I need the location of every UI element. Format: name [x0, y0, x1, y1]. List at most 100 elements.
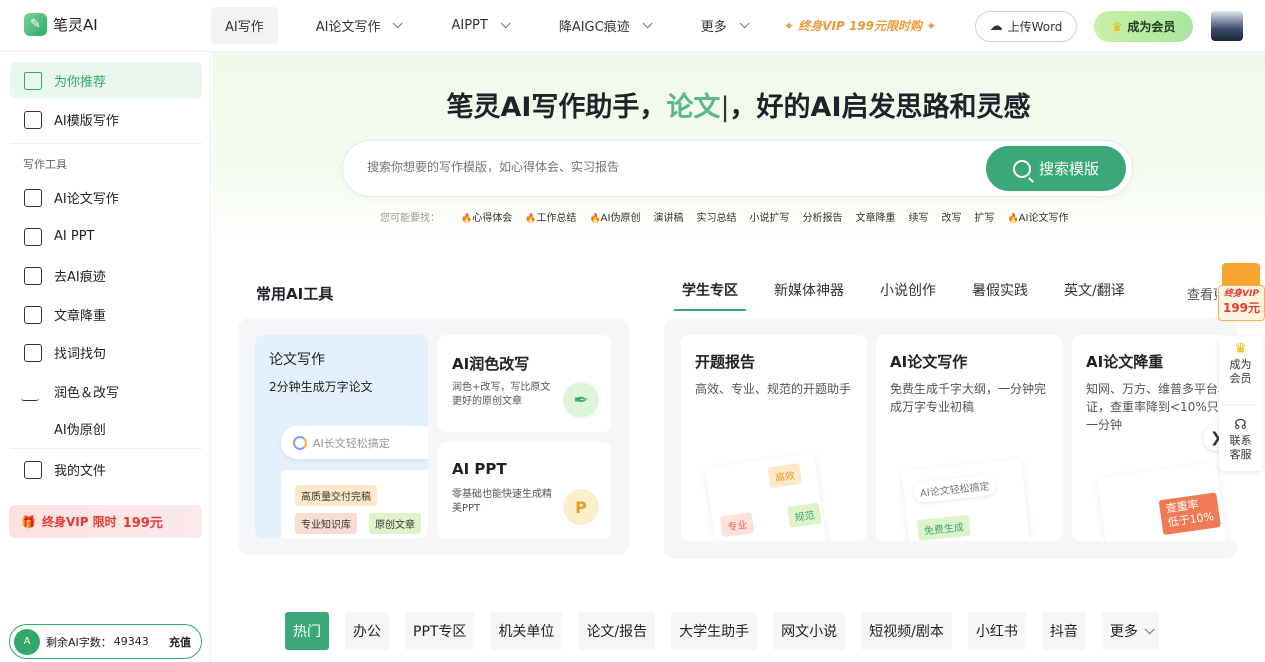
- category-hot[interactable]: 热门: [285, 612, 329, 650]
- search-button-label: 搜索模版: [1038, 160, 1099, 178]
- recharge-button[interactable]: 充值: [169, 634, 191, 650]
- suggestion-link[interactable]: 分析报告: [802, 209, 842, 224]
- sidebar-item-reduce-dup[interactable]: 文章降重: [10, 296, 202, 333]
- tag: 专业: [719, 512, 755, 538]
- sidebar-item-ai-template[interactable]: AI模版写作: [10, 101, 202, 138]
- ai-template-icon: [24, 110, 42, 129]
- chevron-down-icon: [739, 18, 750, 29]
- nav-reduce-aigc[interactable]: 降AIGC痕迹: [545, 7, 663, 44]
- illustration-paper: 查重率 低于10%: [1097, 462, 1227, 541]
- category-short-video[interactable]: 短视频/剧本: [861, 612, 952, 650]
- suggestion-link[interactable]: 工作总结: [525, 209, 576, 224]
- sidebar-item-label: AI模版写作: [54, 114, 119, 129]
- tool-title: AI润色改写: [452, 355, 530, 373]
- suggestion-link[interactable]: 小说扩写: [749, 209, 789, 224]
- tool-card-polish[interactable]: AI润色改写 润色+改写，写比原文更好的原创文章 ✒: [438, 335, 611, 432]
- category-government[interactable]: 机关单位: [490, 612, 563, 650]
- sidebar-item-label: AI PPT: [54, 229, 95, 244]
- float-contact-service[interactable]: ☊ 联系 客服: [1219, 416, 1262, 463]
- suggestion-link[interactable]: 改写: [941, 209, 961, 224]
- cloud-upload-icon: ☁: [989, 19, 1003, 34]
- vip-promo-banner[interactable]: ✦ 终身VIP 199元限时购 ✦: [784, 17, 936, 34]
- tool-desc: 润色+改写，写比原文更好的原创文章: [452, 382, 551, 407]
- nav-aippt[interactable]: AIPPT: [437, 7, 520, 44]
- chevron-down-icon: [500, 18, 511, 29]
- nav-ai-writing[interactable]: AI写作: [211, 7, 278, 44]
- ppt-file-icon: P: [563, 489, 599, 525]
- suggestion-link[interactable]: 续写: [908, 209, 928, 224]
- tab-english[interactable]: 英文/翻译: [1064, 280, 1125, 311]
- nav-ai-paper[interactable]: AI论文写作: [302, 7, 414, 44]
- sidebar-item-label: 找词找句: [54, 347, 107, 362]
- tool-card-ai-ppt[interactable]: AI PPT 零基础也能快速生成精美PPT P: [438, 442, 611, 539]
- sidebar-item-find-words[interactable]: 找词找句: [10, 334, 202, 371]
- crown-icon: ♛: [1111, 19, 1123, 34]
- tab-novel[interactable]: 小说创作: [880, 280, 936, 311]
- sidebar-item-label: 润色＆改写: [54, 386, 120, 401]
- category-xiaohongshu[interactable]: 小红书: [967, 612, 1026, 650]
- nav-label: AIPPT: [451, 18, 488, 33]
- mini-bar-text: AI长文轻松搞定: [313, 436, 390, 450]
- suggestion-link[interactable]: 扩写: [974, 209, 994, 224]
- hero-title-accent: 论文: [666, 92, 721, 123]
- feature-desc: 高效、专业、规范的开题助手: [695, 382, 852, 396]
- gift-badge: 终身VIP 199元: [1218, 285, 1265, 321]
- tab-student[interactable]: 学生专区: [674, 280, 746, 311]
- sidebar-vip-banner[interactable]: 🎁 终身VIP 限时 199元: [9, 505, 202, 538]
- suggestion-link[interactable]: AI伪原创: [589, 209, 641, 224]
- suggestion-link[interactable]: 演讲稿: [653, 209, 683, 224]
- float-become-member[interactable]: ♛ 成为 会员: [1219, 340, 1262, 387]
- search-input[interactable]: [367, 160, 967, 174]
- nav-more[interactable]: 更多: [687, 7, 760, 44]
- tools-section-title: 常用AI工具: [256, 285, 334, 303]
- tab-summer[interactable]: 暑假实践: [972, 280, 1028, 311]
- feature-panel: 开题报告 高效、专业、规范的开题助手 高效 专业 规范 AI论文写作 免费生成千…: [664, 318, 1237, 559]
- category-web-novel[interactable]: 网文小说: [773, 612, 846, 650]
- sidebar-item-pseudo-original[interactable]: AI伪原创: [10, 410, 202, 447]
- sidebar-item-ai-paper[interactable]: AI论文写作: [10, 179, 202, 216]
- search-icon: [1012, 159, 1031, 178]
- sidebar-item-label: 为你推荐: [54, 75, 107, 90]
- category-more[interactable]: 更多: [1101, 612, 1159, 650]
- user-avatar[interactable]: [1211, 11, 1243, 41]
- feather-icon: ✒: [563, 382, 599, 418]
- sidebar-item-my-files[interactable]: 我的文件: [10, 451, 202, 488]
- nav-label: AI论文写作: [315, 20, 381, 35]
- tag: AI论文轻松搞定: [912, 473, 997, 504]
- mini-search-bar: AI长文轻松搞定: [281, 426, 428, 459]
- file-icon: [24, 460, 42, 479]
- app-logo[interactable]: ✎ 笔灵AI: [24, 13, 98, 36]
- upload-word-button[interactable]: ☁ 上传Word: [975, 11, 1077, 42]
- category-paper-report[interactable]: 论文/报告: [578, 612, 656, 650]
- category-ppt[interactable]: PPT专区: [405, 612, 475, 650]
- tool-desc: 零基础也能快速生成精美PPT: [452, 489, 552, 514]
- floating-vip-gift[interactable]: 终身VIP 199元: [1218, 263, 1265, 323]
- float-member-label: 成为 会员: [1229, 358, 1252, 386]
- tag: 免费生成: [916, 514, 971, 541]
- category-more-label: 更多: [1109, 624, 1138, 640]
- view-more-link[interactable]: 查看更多: [1187, 284, 1217, 303]
- feature-card-ai-paper[interactable]: AI论文写作 免费生成千字大纲，一分钟完成万字专业初稿 AI论文轻松搞定 免费生…: [876, 335, 1062, 541]
- hero-title-suffix: ，好的AI启发思路和灵感: [729, 92, 1031, 123]
- suggestion-link[interactable]: 文章降重: [855, 209, 895, 224]
- hero-section: 笔灵AI写作助手，论文|，好的AI启发思路和灵感 搜索模版 您可能要找： 心得体…: [212, 52, 1265, 245]
- become-member-button[interactable]: ♛ 成为会员: [1094, 11, 1193, 42]
- category-college[interactable]: 大学生助手: [671, 612, 758, 650]
- suggestion-link[interactable]: AI论文写作: [1007, 209, 1069, 224]
- sidebar-item-recommend[interactable]: 为你推荐: [10, 62, 202, 99]
- category-douyin[interactable]: 抖音: [1041, 612, 1086, 650]
- suggestion-link[interactable]: 实习总结: [696, 209, 736, 224]
- sidebar-item-polish[interactable]: 润色＆改写: [10, 373, 202, 410]
- suggestion-link[interactable]: 心得体会: [461, 209, 512, 224]
- sidebar-item-remove-ai[interactable]: 去AI痕迹: [10, 257, 202, 294]
- category-office[interactable]: 办公: [345, 612, 389, 650]
- sidebar-item-ai-ppt[interactable]: AI PPT: [10, 218, 202, 255]
- nav-label: AI写作: [225, 20, 264, 35]
- feature-card-proposal[interactable]: 开题报告 高效、专业、规范的开题助手 高效 专业 规范: [681, 335, 867, 541]
- tool-card-paper-writing[interactable]: 论文写作 2分钟生成万字论文 AI长文轻松搞定 高质量交付完稿 专业知识库 原创…: [255, 335, 428, 538]
- tab-new-media[interactable]: 新媒体神器: [774, 280, 844, 311]
- chevron-down-icon: [393, 18, 404, 29]
- search-template-button[interactable]: 搜索模版: [986, 146, 1126, 191]
- gift-icon: 🎁: [21, 514, 36, 529]
- tag: 高效: [767, 462, 803, 489]
